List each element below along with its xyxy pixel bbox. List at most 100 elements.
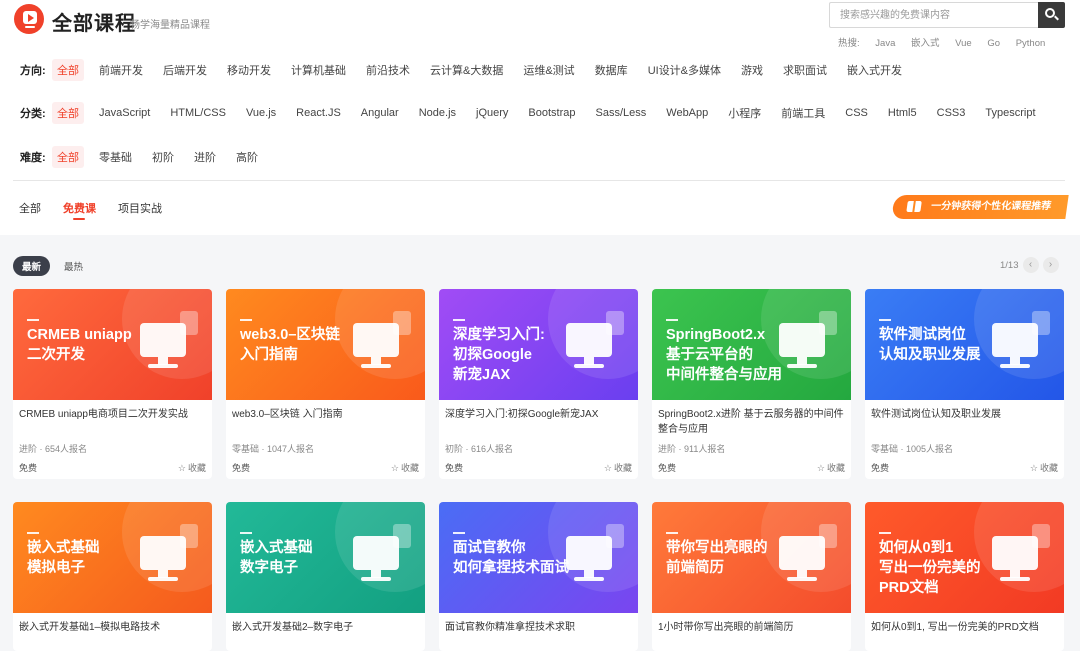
direction-option[interactable]: 全部	[52, 59, 84, 81]
category-option[interactable]: Sass/Less	[596, 107, 647, 119]
direction-option[interactable]: 游戏	[741, 62, 763, 78]
difficulty-option[interactable]: 进阶	[194, 149, 216, 165]
course-price: 免费	[445, 463, 464, 473]
category-option[interactable]: Node.js	[419, 107, 456, 119]
course-card[interactable]: 嵌入式基础 模拟电子 嵌入式开发基础1–模拟电路技术	[13, 502, 212, 651]
direction-option[interactable]: 计算机基础	[291, 62, 346, 78]
difficulty-option[interactable]: 全部	[52, 146, 84, 168]
course-card[interactable]: web3.0–区块链 入门指南 web3.0–区块链 入门指南零基础 · 1047…	[226, 289, 425, 479]
course-card[interactable]: 深度学习入门: 初探Google 新宠JAX 深度学习入门:初探Google新宠J…	[439, 289, 638, 479]
category-option[interactable]: Bootstrap	[528, 107, 575, 119]
course-title[interactable]: SpringBoot2.x进阶 基于云服务器的中间件整合与应用	[658, 407, 848, 437]
category-option[interactable]: Angular	[361, 107, 399, 119]
difficulty-option[interactable]: 零基础	[99, 149, 132, 165]
direction-option[interactable]: UI设计&多媒体	[648, 62, 721, 78]
direction-option[interactable]: 嵌入式开发	[847, 62, 902, 78]
hot-search: 热搜: Java 嵌入式 Vue Go Python	[838, 35, 1058, 49]
category-option[interactable]: Typescript	[985, 107, 1035, 119]
direction-option[interactable]: 移动开发	[227, 62, 271, 78]
search-button[interactable]	[1038, 2, 1065, 28]
difficulty-option[interactable]: 初阶	[152, 149, 174, 165]
course-card[interactable]: 带你写出亮眼的 前端简历 1小时带你写出亮眼的前端简历	[652, 502, 851, 651]
category-option[interactable]: HTML/CSS	[170, 107, 226, 119]
course-title[interactable]: CRMEB uniapp电商项目二次开发实战	[19, 407, 209, 422]
direction-option[interactable]: 云计算&大数据	[430, 62, 503, 78]
category-option[interactable]: 前端工具	[781, 105, 825, 121]
category-option[interactable]: 小程序	[728, 105, 761, 121]
course-card[interactable]: CRMEB uniapp 二次开发 CRMEB uniapp电商项目二次开发实战进…	[13, 289, 212, 479]
blockchain-cubes-icon	[349, 311, 411, 375]
tab-free[interactable]: 免费课	[63, 200, 96, 220]
favorite-button[interactable]: ☆ 收藏	[1030, 461, 1058, 474]
course-title[interactable]: 软件测试岗位认知及职业发展	[871, 407, 1061, 422]
tab-projects[interactable]: 项目实战	[118, 200, 162, 216]
course-title[interactable]: 嵌入式开发基础1–模拟电路技术	[19, 620, 209, 635]
course-card[interactable]: 面试官教你 如何拿捏技术面试 面试官教你精准拿捏技术求职	[439, 502, 638, 651]
direction-option[interactable]: 运维&测试	[523, 62, 574, 78]
course-meta: 零基础 · 1047人报名	[232, 444, 315, 454]
page-subtitle: 畅学海量精品课程	[130, 20, 210, 31]
favorite-label: 收藏	[826, 463, 845, 473]
course-tabs: 全部 免费课 项目实战	[19, 200, 184, 220]
difficulty-option[interactable]: 高阶	[236, 149, 258, 165]
course-card[interactable]: 软件测试岗位 认知及职业发展 软件测试岗位认知及职业发展 零基础 · 1005人报名…	[865, 289, 1064, 479]
favorite-label: 收藏	[400, 463, 419, 473]
page-title: 全部课程	[52, 13, 136, 35]
category-option[interactable]: React.JS	[296, 107, 341, 119]
favorite-button[interactable]: ☆ 收藏	[391, 461, 419, 474]
logo-icon	[14, 4, 44, 34]
sort-newest[interactable]: 最新	[13, 256, 51, 276]
tab-all[interactable]: 全部	[19, 200, 41, 216]
category-option[interactable]: WebApp	[666, 107, 708, 119]
server-stack-icon	[349, 524, 411, 588]
direction-option[interactable]: 前沿技术	[366, 62, 410, 78]
page-indicator: 1/13	[1000, 259, 1019, 271]
hot-word-java[interactable]: Java	[875, 38, 895, 49]
direction-option[interactable]: 前端开发	[99, 62, 143, 78]
search-input[interactable]	[829, 2, 1038, 28]
prev-page-button[interactable]: ‹	[1022, 257, 1039, 273]
course-title[interactable]: 如何从0到1, 写出一份完美的PRD文档	[871, 620, 1061, 635]
course-title[interactable]: web3.0–区块链 入门指南	[232, 407, 422, 422]
course-thumbnail: 软件测试岗位 认知及职业发展	[865, 289, 1064, 400]
favorite-button[interactable]: ☆ 收藏	[178, 461, 206, 474]
course-title[interactable]: 深度学习入门:初探Google新宠JAX	[445, 407, 635, 422]
favorite-button[interactable]: ☆ 收藏	[817, 461, 845, 474]
server-chip-icon	[136, 524, 198, 588]
hot-word-python[interactable]: Python	[1016, 38, 1046, 49]
direction-option[interactable]: 后端开发	[163, 62, 207, 78]
thumbnail-title: 嵌入式基础 数字电子	[240, 540, 313, 576]
course-price: 免费	[658, 463, 677, 473]
course-price: 免费	[19, 463, 38, 473]
course-title[interactable]: 面试官教你精准拿捏技术求职	[445, 620, 635, 635]
course-thumbnail: web3.0–区块链 入门指南	[226, 289, 425, 400]
recommend-button[interactable]: 一分钟获得个性化课程推荐	[891, 195, 1069, 219]
direction-option[interactable]: 求职面试	[783, 62, 827, 78]
sort-hottest[interactable]: 最热	[64, 259, 83, 273]
hot-word-go[interactable]: Go	[987, 38, 1000, 49]
hot-word-vue[interactable]: Vue	[955, 38, 972, 49]
favorite-label: 收藏	[187, 463, 206, 473]
category-option[interactable]: jQuery	[476, 107, 508, 119]
course-card[interactable]: 嵌入式基础 数字电子嵌入式开发基础2–数字电子	[226, 502, 425, 651]
thumbnail-title: CRMEB uniapp 二次开发	[27, 327, 132, 363]
course-thumbnail: 深度学习入门: 初探Google 新宠JAX	[439, 289, 638, 400]
category-option[interactable]: Html5	[888, 107, 917, 119]
jax-monitor-icon	[562, 311, 624, 375]
id-card-icon	[562, 524, 624, 588]
direction-option[interactable]: 数据库	[595, 62, 628, 78]
category-option[interactable]: CSS3	[937, 107, 966, 119]
course-title[interactable]: 嵌入式开发基础2–数字电子	[232, 620, 422, 635]
course-title[interactable]: 1小时带你写出亮眼的前端简历	[658, 620, 848, 635]
category-option[interactable]: Vue.js	[246, 107, 276, 119]
favorite-button[interactable]: ☆ 收藏	[604, 461, 632, 474]
hot-word-embedded[interactable]: 嵌入式	[911, 38, 940, 49]
course-card[interactable]: 如何从0到1 写出一份完美的 PRD文档 如何从0到1, 写出一份完美的PRD文档	[865, 502, 1064, 651]
category-option[interactable]: 全部	[52, 102, 84, 124]
next-page-button[interactable]: ›	[1042, 257, 1059, 273]
category-option[interactable]: CSS	[845, 107, 868, 119]
course-thumbnail: CRMEB uniapp 二次开发	[13, 289, 212, 400]
category-option[interactable]: JavaScript	[99, 107, 150, 119]
course-price: 免费	[232, 463, 251, 473]
course-card[interactable]: SpringBoot2.x 基于云平台的 中间件整合与应用 SpringBoot2…	[652, 289, 851, 479]
